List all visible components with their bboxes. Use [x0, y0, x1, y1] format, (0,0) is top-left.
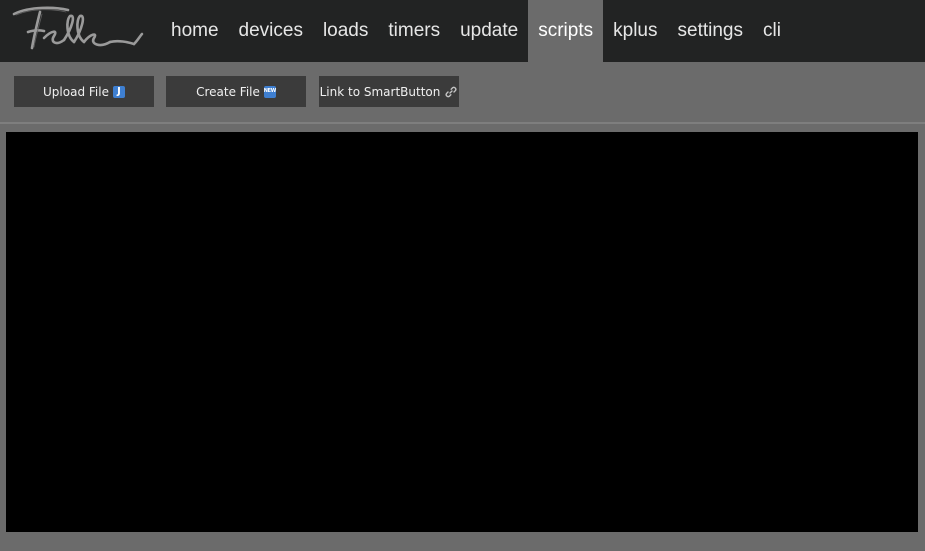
- nav-item-settings[interactable]: settings: [668, 0, 753, 62]
- upload-file-label: Upload File: [43, 84, 109, 99]
- link-icon: [444, 86, 458, 98]
- script-editor[interactable]: [6, 132, 918, 532]
- nav-item-home[interactable]: home: [161, 0, 229, 62]
- feller-logo-icon[interactable]: [10, 4, 148, 54]
- main-nav: home devices loads timers update scripts…: [161, 0, 791, 62]
- link-to-smartbutton-label: Link to SmartButton: [319, 84, 441, 99]
- scripts-toolbar: Upload File J Create File NEW Link to Sm…: [0, 62, 925, 122]
- nav-item-update[interactable]: update: [450, 0, 528, 62]
- upload-file-button[interactable]: Upload File J: [14, 76, 154, 107]
- new-badge-icon: NEW: [264, 85, 276, 98]
- nav-item-timers[interactable]: timers: [378, 0, 450, 62]
- toolbar-divider: [0, 122, 925, 124]
- create-file-label: Create File: [196, 84, 260, 99]
- create-file-button[interactable]: Create File NEW: [166, 76, 306, 107]
- nav-item-kplus[interactable]: kplus: [603, 0, 667, 62]
- nav-item-scripts[interactable]: scripts: [528, 0, 604, 62]
- nav-item-loads[interactable]: loads: [313, 0, 378, 62]
- top-navbar: home devices loads timers update scripts…: [0, 0, 925, 62]
- j-badge-icon: J: [112, 85, 125, 98]
- link-to-smartbutton-button[interactable]: Link to SmartButton: [319, 76, 459, 107]
- nav-item-cli[interactable]: cli: [753, 0, 791, 62]
- nav-item-devices[interactable]: devices: [229, 0, 313, 62]
